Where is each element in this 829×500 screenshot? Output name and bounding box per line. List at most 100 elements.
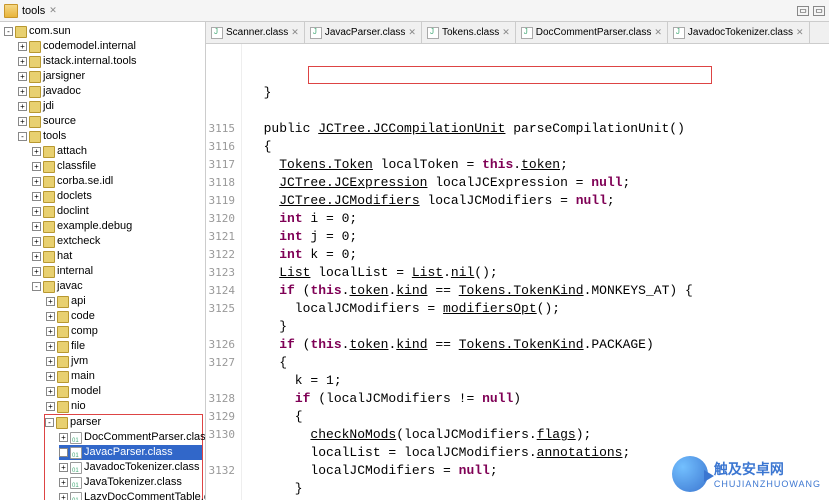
tree-root[interactable]: -com.sun — [4, 24, 205, 39]
tree-item[interactable]: +LazyDocCommentTable.class — [59, 490, 202, 500]
expand-toggle[interactable]: + — [32, 222, 41, 231]
maximize-icon[interactable]: ▭ — [813, 6, 825, 16]
expand-toggle[interactable]: + — [18, 57, 27, 66]
editor-tabs: Scanner.class✕JavacParser.class✕Tokens.c… — [206, 22, 829, 44]
expand-toggle[interactable]: + — [46, 297, 55, 306]
tree-item-label: file — [71, 339, 85, 354]
expand-toggle[interactable]: + — [18, 87, 27, 96]
editor-tab[interactable]: Tokens.class✕ — [422, 22, 516, 43]
editor-tab[interactable]: DocCommentParser.class✕ — [516, 22, 668, 43]
tree-item[interactable]: +comp — [46, 324, 205, 339]
package-explorer[interactable]: -com.sun + codemodel.internal+istack.inter… — [0, 22, 206, 500]
tree-item[interactable]: +jdi — [18, 99, 205, 114]
tree-item[interactable]: + doclets — [32, 189, 205, 204]
tree-item[interactable]: + source — [18, 114, 205, 129]
tree-item[interactable]: +DocCommentParser.class — [59, 430, 202, 445]
tree-item[interactable]: + codemodel.internal — [18, 39, 205, 54]
tree-item[interactable]: +hat — [32, 249, 205, 264]
tree-item[interactable]: + example.debug — [32, 219, 205, 234]
tree-item[interactable]: + doclint — [32, 204, 205, 219]
tree-item[interactable]: +classfile — [32, 159, 205, 174]
expand-toggle[interactable]: + — [32, 177, 41, 186]
expand-toggle[interactable]: + — [18, 42, 27, 51]
expand-toggle[interactable]: + — [46, 327, 55, 336]
close-icon[interactable]: ✕ — [49, 5, 57, 16]
tree-item[interactable]: +javadoc — [18, 84, 205, 99]
package-icon — [29, 41, 41, 53]
expand-toggle[interactable]: + — [32, 147, 41, 156]
close-tab-icon[interactable]: ✕ — [291, 27, 299, 38]
expand-toggle[interactable]: + — [59, 478, 68, 487]
expand-toggle[interactable]: - — [32, 282, 41, 291]
expand-toggle[interactable]: + — [46, 372, 55, 381]
minimize-icon[interactable]: ▭ — [797, 6, 809, 16]
class-file-icon — [70, 477, 82, 489]
tree-item[interactable]: +istack.internal.tools — [18, 54, 205, 69]
tree-item-label: doclint — [57, 204, 89, 219]
line-number: 3116 — [206, 138, 235, 156]
tree-item[interactable]: +extcheck — [32, 234, 205, 249]
tree-item-label: source — [43, 114, 76, 129]
close-tab-icon[interactable]: ✕ — [502, 27, 510, 38]
tree-item[interactable]: - javac — [32, 279, 205, 294]
package-icon — [57, 386, 69, 398]
expand-toggle[interactable]: + — [32, 267, 41, 276]
code-editor[interactable]: } public JCTree.JCCompilationUnit parseC… — [242, 44, 829, 500]
tree-item-label: example.debug — [57, 219, 132, 234]
tree-item-label: javac — [57, 279, 83, 294]
tree-item-label: JavadocTokenizer.class — [84, 460, 200, 475]
package-icon — [57, 341, 69, 353]
tree-item[interactable]: +jarsigner — [18, 69, 205, 84]
expand-toggle[interactable]: + — [32, 192, 41, 201]
tree-item-label: JavacParser.class — [84, 445, 173, 460]
tree-item[interactable]: -parser — [45, 415, 202, 430]
class-file-icon — [70, 432, 82, 444]
tree-item[interactable]: -tools — [18, 129, 205, 144]
tree-item[interactable]: +corba.se.idl — [32, 174, 205, 189]
editor-tab[interactable]: Scanner.class✕ — [206, 22, 305, 43]
expand-toggle[interactable]: + — [32, 237, 41, 246]
class-file-icon — [70, 462, 82, 474]
expand-toggle[interactable]: + — [18, 72, 27, 81]
close-tab-icon[interactable]: ✕ — [654, 27, 662, 38]
expand-toggle[interactable]: - — [18, 132, 27, 141]
close-tab-icon[interactable]: ✕ — [408, 27, 416, 38]
tree-item-label: nio — [71, 399, 86, 414]
tree-item[interactable]: + JavacParser.class — [59, 445, 202, 460]
expand-toggle[interactable]: - — [45, 418, 54, 427]
editor-tab[interactable]: JavadocTokenizer.class✕ — [668, 22, 810, 43]
tree-item[interactable]: +model — [46, 384, 205, 399]
tree-item[interactable]: +jvm — [46, 354, 205, 369]
expand-toggle[interactable]: + — [18, 117, 27, 126]
editor-tab[interactable]: JavacParser.class✕ — [305, 22, 422, 43]
tree-item[interactable]: + file — [46, 339, 205, 354]
package-icon — [15, 26, 27, 38]
expand-toggle[interactable]: + — [46, 357, 55, 366]
expand-toggle[interactable]: + — [46, 387, 55, 396]
expand-toggle[interactable]: + — [46, 312, 55, 321]
tree-item-label: codemodel.internal — [43, 39, 136, 54]
expand-toggle[interactable]: + — [32, 207, 41, 216]
expand-toggle[interactable]: + — [59, 433, 68, 442]
close-tab-icon[interactable]: ✕ — [796, 27, 804, 38]
expand-toggle[interactable]: + — [59, 493, 68, 500]
tree-item[interactable]: +main — [46, 369, 205, 384]
tree-item[interactable]: + JavadocTokenizer.class — [59, 460, 202, 475]
tree-item-label: doclets — [57, 189, 92, 204]
tree-item[interactable]: +code — [46, 309, 205, 324]
tree-item[interactable]: +api — [46, 294, 205, 309]
tree-item[interactable]: +internal — [32, 264, 205, 279]
tree-item[interactable]: +JavaTokenizer.class — [59, 475, 202, 490]
expand-toggle[interactable]: + — [46, 342, 55, 351]
line-number: 3132 — [206, 462, 235, 480]
expand-toggle[interactable]: + — [59, 463, 68, 472]
expand-toggle[interactable]: + — [32, 252, 41, 261]
expand-toggle[interactable]: + — [18, 102, 27, 111]
package-icon — [29, 131, 41, 143]
package-icon — [57, 401, 69, 413]
expand-toggle[interactable]: + — [59, 448, 68, 457]
tree-item[interactable]: +attach — [32, 144, 205, 159]
expand-toggle[interactable]: + — [32, 162, 41, 171]
tree-item[interactable]: + nio — [46, 399, 205, 414]
expand-toggle[interactable]: + — [46, 402, 55, 411]
